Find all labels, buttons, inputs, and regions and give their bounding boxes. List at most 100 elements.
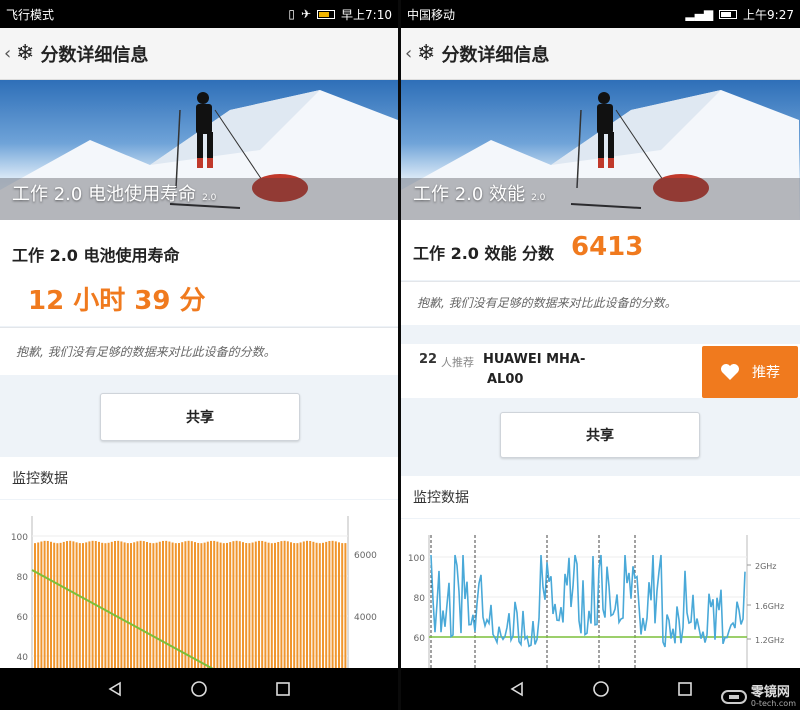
battery-bar — [213, 540, 216, 670]
battery-bar — [66, 541, 68, 670]
battery-bar — [75, 542, 78, 670]
recommend-row: 22 人推荐 HUAWEI MHA- AL00 推荐 — [401, 344, 800, 398]
battery-bar — [344, 543, 347, 670]
battery-bar — [245, 543, 248, 670]
share-button[interactable]: 共享 — [100, 393, 300, 441]
battery-bar — [270, 543, 273, 670]
battery-bar — [296, 543, 299, 670]
watermark-brand: 零镜网 — [750, 685, 790, 700]
battery-bar — [43, 540, 46, 670]
battery-bar — [309, 540, 312, 670]
status-bar: 飞行模式 ▯ ✈ 早上7:10 — [0, 0, 398, 28]
note-card: 抱歉, 我们没有足够的数据来对比此设备的分数。 — [0, 327, 398, 375]
battery-bar — [306, 540, 308, 670]
left-tick-label: 80 — [17, 573, 29, 583]
battery-bar — [283, 540, 286, 670]
battery-bar — [261, 540, 264, 670]
status-left-text: 飞行模式 — [6, 7, 55, 22]
page-title: 分数详细信息 — [40, 44, 149, 66]
battery-bar — [34, 543, 36, 670]
battery-bar — [274, 542, 276, 670]
battery-bar — [267, 542, 270, 670]
compare-note: 抱歉, 我们没有足够的数据来对比此设备的分数。 — [16, 345, 276, 359]
battery-bar — [78, 543, 81, 670]
recents-square-icon[interactable] — [675, 679, 695, 699]
battery-icon — [317, 9, 336, 19]
snowflake-icon: ❄ — [16, 41, 35, 66]
battery-icon — [719, 9, 738, 19]
left-phone-screen: 飞行模式 ▯ ✈ 早上7:10 ‹ ❄ 分数详细信息 工作 2.0 电池使用寿命… — [0, 0, 398, 710]
battery-bar — [235, 540, 238, 670]
battery-bar — [200, 543, 203, 670]
monitor-chart: 100 80 60 2GHz 1.6GHz 1.2GHz — [401, 519, 800, 670]
hero-caption: 工作 2.0 电池使用寿命 2.0 — [12, 180, 216, 206]
battery-bar — [194, 542, 196, 670]
status-time: 上午9:27 — [743, 7, 794, 22]
share-button[interactable]: 共享 — [500, 412, 700, 458]
status-left-text: 中国移动 — [407, 7, 456, 22]
hero-version: 2.0 — [531, 193, 546, 203]
battery-bar — [82, 543, 84, 670]
score-value: 6413 — [571, 232, 644, 262]
hero-version: 2.0 — [202, 193, 217, 203]
battery-bar — [171, 542, 174, 670]
battery-bar — [155, 542, 158, 670]
battery-bar — [331, 540, 334, 670]
back-triangle-icon[interactable] — [105, 679, 125, 699]
left-tick-label: 100 — [11, 533, 28, 543]
battery-bar — [318, 543, 321, 670]
battery-bar — [136, 541, 139, 670]
right-tick-label: 1.6GHz — [755, 602, 784, 611]
battery-bar — [258, 540, 260, 670]
right-phone-screen: 中国移动 ▂▄▆ 上午9:27 ‹ ❄ 分数详细信息 工作 2.0 效能 2.0… — [401, 0, 800, 710]
battery-bar — [40, 541, 43, 670]
back-triangle-icon[interactable] — [507, 679, 527, 699]
battery-bar — [280, 541, 283, 670]
battery-bar — [120, 541, 123, 670]
score-card: 工作 2.0 效能 分数 6413 — [401, 220, 800, 280]
battery-bar — [91, 540, 94, 670]
home-circle-icon[interactable] — [189, 679, 209, 699]
heart-icon — [721, 364, 739, 380]
watermark-site: 0-tech.com — [750, 699, 796, 708]
hero-banner: 工作 2.0 电池使用寿命 2.0 — [0, 80, 398, 220]
recommend-count-label: 人推荐 — [441, 356, 474, 369]
battery-bar — [158, 541, 161, 670]
left-tick-label: 60 — [17, 613, 29, 623]
battery-bar — [72, 541, 75, 670]
page-title: 分数详细信息 — [441, 44, 550, 66]
navigation-bar — [0, 668, 398, 710]
battery-bar — [334, 541, 337, 670]
right-tick-label: 2GHz — [755, 562, 777, 571]
battery-bar — [37, 542, 40, 670]
score-title: 工作 2.0 效能 分数 — [413, 244, 555, 263]
airplane-icon: ✈ — [300, 7, 312, 21]
battery-level-line — [31, 569, 216, 671]
battery-bar — [88, 541, 91, 670]
hero-caption-text: 工作 2.0 电池使用寿命 — [12, 184, 197, 205]
recommend-button[interactable]: 推荐 — [702, 346, 798, 398]
back-icon[interactable]: ‹ — [4, 43, 14, 64]
battery-bar — [219, 542, 222, 670]
snowflake-icon: ❄ — [417, 41, 436, 66]
battery-bar — [338, 542, 340, 670]
battery-bar — [174, 543, 177, 670]
battery-bar — [229, 542, 232, 670]
monitor-chart: 100 80 60 40 6000 4000 — [0, 500, 398, 671]
recents-square-icon[interactable] — [273, 679, 293, 699]
left-tick-label: 100 — [408, 554, 425, 564]
home-circle-icon[interactable] — [591, 679, 611, 699]
battery-bar — [238, 541, 241, 670]
battery-bar — [56, 543, 59, 670]
battery-bar — [117, 540, 120, 670]
battery-bar — [152, 543, 155, 670]
right-tick-label: 6000 — [354, 551, 377, 561]
battery-bar — [286, 541, 289, 670]
back-icon[interactable]: ‹ — [405, 43, 415, 64]
vibrate-icon: ▯ — [288, 7, 295, 21]
left-tick-label: 80 — [414, 594, 426, 604]
right-tick-label: 1.2GHz — [755, 636, 784, 645]
battery-chart-svg: 100 80 60 40 6000 4000 — [11, 516, 377, 671]
battery-bar — [123, 542, 126, 670]
battery-bar — [226, 542, 228, 670]
